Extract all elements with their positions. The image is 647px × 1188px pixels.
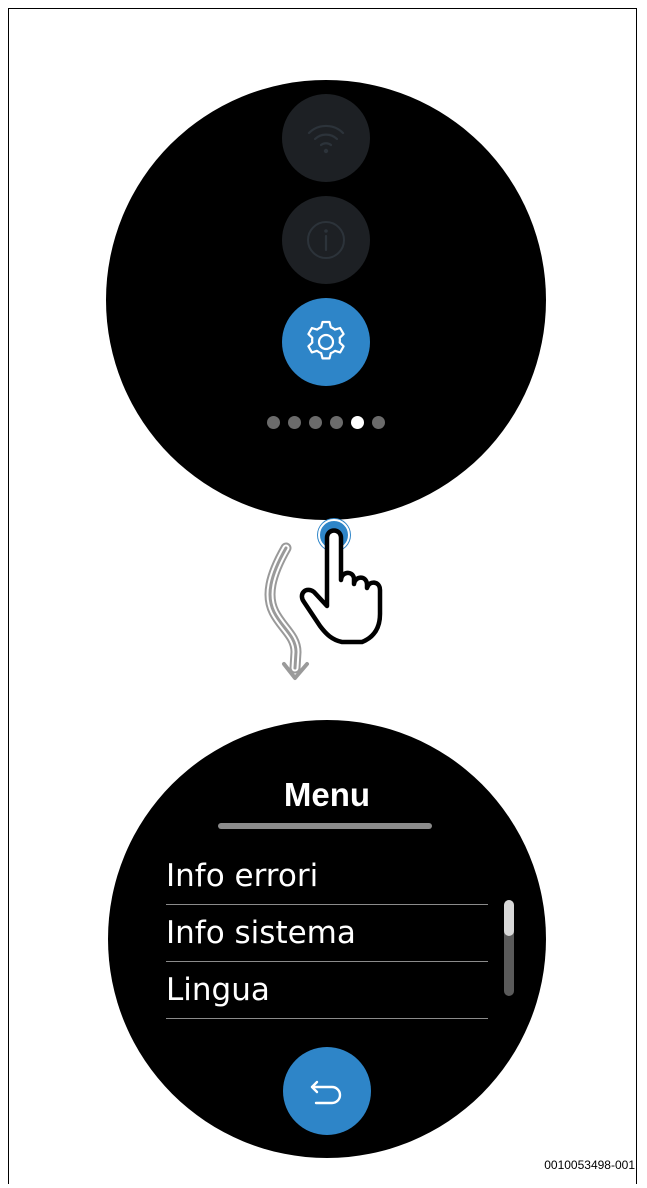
info-icon bbox=[307, 221, 345, 259]
return-arrow-icon bbox=[310, 1080, 342, 1105]
menu-title: Menu bbox=[283, 776, 371, 813]
page-dot[interactable] bbox=[330, 416, 343, 429]
top-round-screen bbox=[106, 80, 546, 520]
menu-item-info-errori[interactable]: Info errori bbox=[166, 848, 488, 905]
wifi-button[interactable] bbox=[282, 94, 370, 182]
page-dot[interactable] bbox=[288, 416, 301, 429]
page-indicator bbox=[106, 416, 546, 429]
menu-item-label: Info errori bbox=[166, 858, 319, 894]
page-dot-active[interactable] bbox=[351, 416, 364, 429]
figure-id-caption: 0010053498-001 bbox=[544, 1158, 635, 1172]
menu-item-label: Info sistema bbox=[166, 915, 356, 951]
menu-item-lingua[interactable]: Lingua bbox=[166, 962, 488, 1019]
swipe-down-arrow-icon bbox=[264, 542, 309, 680]
info-button[interactable] bbox=[282, 196, 370, 284]
hand-pointer-icon bbox=[299, 528, 383, 645]
gear-icon bbox=[307, 320, 345, 360]
page-dot[interactable] bbox=[267, 416, 280, 429]
settings-button[interactable] bbox=[282, 298, 370, 386]
page-dot[interactable] bbox=[372, 416, 385, 429]
swipe-gesture-illustration bbox=[264, 518, 383, 680]
menu-item-info-sistema[interactable]: Info sistema bbox=[166, 905, 488, 962]
scrollbar-thumb[interactable] bbox=[504, 900, 514, 936]
title-underline bbox=[218, 823, 432, 829]
bottom-round-screen: Menu Info errori Info sistema Lingua bbox=[108, 720, 546, 1158]
wifi-icon bbox=[307, 124, 345, 154]
page-dot[interactable] bbox=[309, 416, 322, 429]
back-button[interactable] bbox=[283, 1047, 371, 1135]
menu-item-label: Lingua bbox=[166, 972, 270, 1008]
